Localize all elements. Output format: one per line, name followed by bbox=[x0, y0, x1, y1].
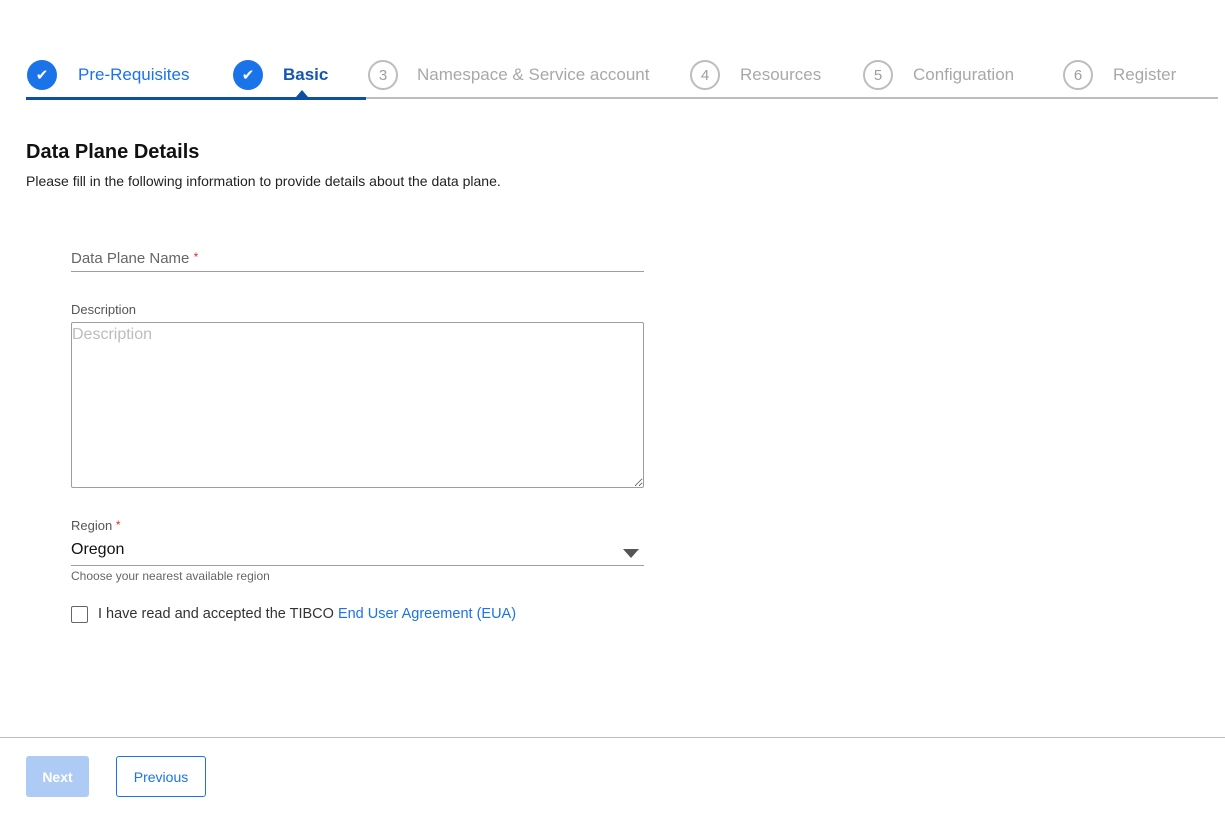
required-mark: * bbox=[193, 250, 199, 264]
name-label: Data Plane Name bbox=[71, 250, 190, 267]
step-pre-requisites[interactable]: ✔ Pre-Requisites bbox=[27, 59, 190, 91]
data-plane-name-input[interactable]: Data Plane Name * bbox=[71, 250, 644, 272]
dropdown-arrow-icon bbox=[623, 549, 639, 558]
region-select[interactable]: Oregon bbox=[71, 541, 644, 566]
description-input[interactable] bbox=[71, 322, 644, 488]
step-resources[interactable]: 4 Resources bbox=[690, 59, 821, 91]
step-namespace[interactable]: 3 Namespace & Service account bbox=[368, 59, 649, 91]
footer-divider bbox=[0, 737, 1225, 738]
eua-label: I have read and accepted the TIBCO End U… bbox=[98, 606, 517, 622]
step-number: 5 bbox=[863, 60, 893, 90]
step-number: 3 bbox=[368, 60, 398, 90]
step-register[interactable]: 6 Register bbox=[1063, 59, 1176, 91]
step-basic[interactable]: ✔ Basic bbox=[233, 59, 328, 91]
check-icon: ✔ bbox=[27, 60, 57, 90]
stepper-progress bbox=[26, 97, 366, 100]
step-number: 4 bbox=[690, 60, 720, 90]
description-label: Description bbox=[71, 302, 137, 317]
eua-checkbox[interactable] bbox=[71, 606, 88, 623]
step-number: 6 bbox=[1063, 60, 1093, 90]
page-subtitle: Please fill in the following information… bbox=[26, 173, 501, 189]
page-title: Data Plane Details bbox=[26, 141, 200, 163]
previous-button[interactable]: Previous bbox=[116, 756, 206, 797]
region-hint: Choose your nearest available region bbox=[71, 569, 270, 583]
region-value: Oregon bbox=[71, 541, 125, 558]
next-button[interactable]: Next bbox=[26, 756, 89, 797]
active-step-caret bbox=[296, 90, 308, 97]
region-label: Region * bbox=[71, 518, 121, 533]
step-configuration[interactable]: 5 Configuration bbox=[863, 59, 1014, 91]
eua-link[interactable]: End User Agreement (EUA) bbox=[338, 606, 516, 622]
check-icon: ✔ bbox=[233, 60, 263, 90]
